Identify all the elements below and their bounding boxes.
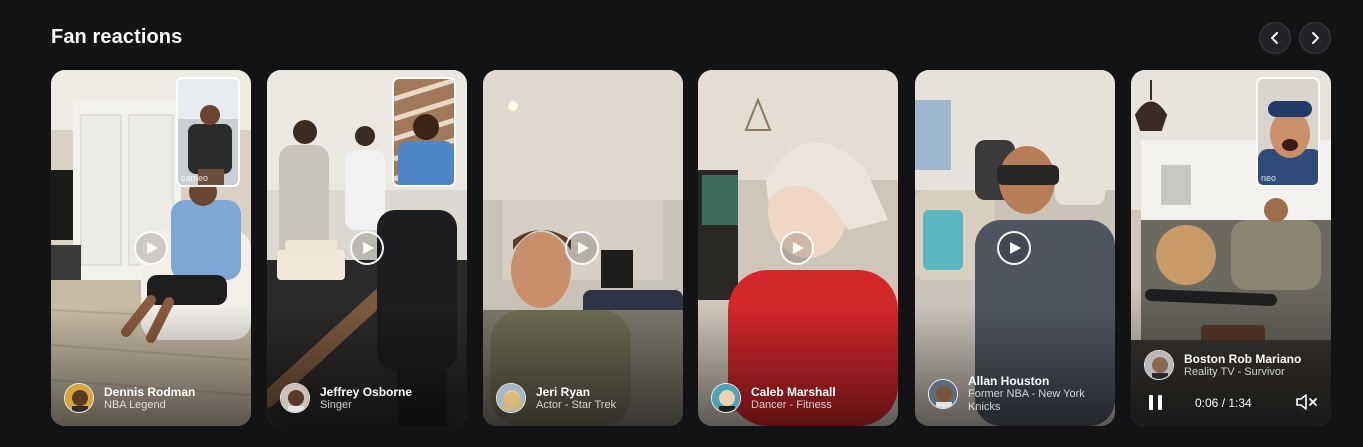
avatar [496,383,526,413]
celebrity-info: Dennis Rodman NBA Legend [64,383,195,413]
celebrity-name: Dennis Rodman [104,384,196,399]
chevron-right-icon [1312,32,1319,44]
pause-button[interactable] [1149,395,1163,410]
video-card[interactable]: Allan Houston Former NBA - New York Knic… [915,70,1115,426]
play-icon [1010,242,1021,254]
play-icon [578,242,589,254]
celebrity-name: Allan Houston [968,374,1050,388]
play-button[interactable] [350,231,384,265]
video-card[interactable]: Jeri Ryan Actor - Star Trek [483,70,683,426]
player-controls: 0:06 / 1:34 [1131,390,1331,414]
play-button[interactable] [134,231,168,265]
celebrity-info: Allan Houston Former NBA - New York Knic… [928,374,1108,414]
cameo-inset-video [392,77,456,187]
avatar [928,379,958,409]
celebrity-role: Singer [320,398,352,411]
play-button[interactable] [565,231,599,265]
cameo-label: neo [1261,173,1277,183]
play-icon [363,242,374,254]
play-button[interactable] [997,231,1031,265]
play-icon [793,242,804,254]
celebrity-name: Boston Rob Mariano [1184,351,1302,366]
video-card[interactable]: cameo Dennis Rodman NBA Legend [51,70,251,426]
celebrity-name: Jeri Ryan [536,384,591,399]
video-card[interactable]: Caleb Marshall Dancer - Fitness [698,70,898,426]
inset-thumbnail [394,79,454,185]
chevron-left-icon [1271,32,1278,44]
celebrity-info: Boston Rob Mariano Reality TV - Survivor [1144,350,1301,380]
playback-time: 0:06 / 1:34 [1195,396,1252,410]
play-button[interactable] [780,231,814,265]
celebrity-role: Reality TV - Survivor [1184,365,1285,378]
previous-button[interactable] [1259,22,1291,54]
play-icon [147,242,158,254]
celebrity-info: Caleb Marshall Dancer - Fitness [711,383,836,413]
inset-thumbnail [178,79,238,185]
section-title: Fan reactions [51,26,183,48]
celebrity-info: Jeffrey Osborne Singer [280,383,412,413]
celebrity-info: Jeri Ryan Actor - Star Trek [496,383,616,413]
celebrity-name: Jeffrey Osborne [320,384,413,399]
avatar [280,383,310,413]
pause-icon [1149,395,1153,410]
cameo-inset-video: cameo [176,77,240,187]
cameo-label: cameo [181,173,209,183]
celebrity-role: Former NBA - New York Knicks [968,388,1085,413]
video-card[interactable]: Jeffrey Osborne Singer [267,70,467,426]
celebrity-role: Actor - Star Trek [536,398,617,411]
celebrity-name: Caleb Marshall [751,384,836,399]
mute-icon [1296,394,1317,410]
next-button[interactable] [1299,22,1331,54]
avatar [711,383,741,413]
avatar [64,383,94,413]
inset-thumbnail [1258,79,1318,185]
celebrity-role: NBA Legend [104,398,166,411]
celebrity-role: Dancer - Fitness [751,398,832,411]
video-card[interactable]: neo Boston Rob Mariano Reality TV - Surv… [1131,70,1331,426]
cameo-inset-video: neo [1256,77,1320,187]
avatar [1144,350,1174,380]
pause-icon [1158,395,1162,410]
mute-button[interactable] [1295,394,1319,410]
